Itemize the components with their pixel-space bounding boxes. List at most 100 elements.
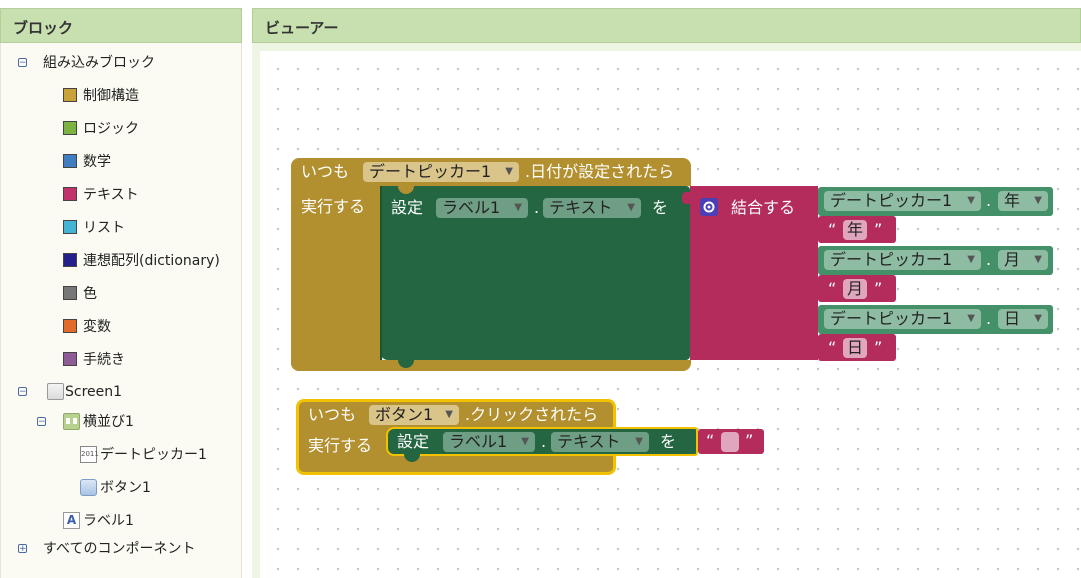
blocks-workspace[interactable]: いつも デートピッカー1 ▼ .日付が設定されたら 実行する 設定 ラベル1 ▼ [260,51,1081,578]
dropdown-arrow-icon: ▼ [445,409,453,420]
palette-math[interactable]: 数学 [63,151,239,173]
getter-component-dropdown[interactable]: デートピッカー1 ▼ [824,191,981,211]
palette-item-label: 数学 [83,154,111,170]
set-label-text-block-2[interactable]: 設定 ラベル1 ▼ . テキスト ▼ を [386,427,698,462]
event1-component-dropdown[interactable]: デートピッカー1 ▼ [363,162,519,182]
dot-label: . [534,198,540,217]
dropdown-arrow-icon: ▼ [967,254,975,265]
palette-item-label: テキスト [83,187,139,203]
dropdown-value: 日 [1004,309,1021,328]
colors-color-swatch [63,286,77,300]
set-property-dropdown[interactable]: テキスト ▼ [551,432,649,452]
dictionary-color-swatch [63,253,77,267]
text-literal-year[interactable]: “ 年 ” [818,216,896,243]
datepicker-icon: 2011 [80,446,99,463]
palette-control[interactable]: 制御構造 [63,85,239,107]
getter-datepicker-day[interactable]: デートピッカー1 ▼ . 日 ▼ [818,305,1053,334]
text-literal-field[interactable] [721,432,739,452]
set-target-dropdown[interactable]: ラベル1 ▼ [436,198,528,218]
set-label: 設定 [397,432,430,451]
tree-item-label: ボタン1 [100,480,151,496]
quote-close: ” [874,338,883,357]
tree-screen1[interactable]: − Screen1 [1,381,241,403]
getter-property-dropdown[interactable]: 日 ▼ [998,309,1048,329]
event-datepicker-afterdateset[interactable]: いつも デートピッカー1 ▼ .日付が設定されたら [291,158,691,186]
expand-icon[interactable]: + [18,544,27,554]
getter-datepicker-month[interactable]: デートピッカー1 ▼ . 月 ▼ [818,246,1053,275]
dropdown-arrow-icon: ▼ [505,166,513,177]
event1-body[interactable]: 実行する [291,186,381,371]
set-target-dropdown[interactable]: ラベル1 ▼ [443,432,535,452]
event-name-label: .クリックされたら [465,405,599,424]
set-label-text-block[interactable]: 設定 ラベル1 ▼ . テキスト ▼ を [380,186,690,368]
palette-text[interactable]: テキスト [63,184,239,206]
to-label: を [660,432,677,451]
palette-variables[interactable]: 変数 [63,316,239,338]
join-text-block[interactable]: 結合する [682,186,818,360]
palette-dictionaries[interactable]: 連想配列(dictionary) [63,250,239,272]
block-notch [398,186,414,194]
dropdown-arrow-icon: ▼ [521,436,529,447]
dropdown-value: 年 [1004,191,1021,210]
quote-close: ” [874,279,883,298]
collapse-icon[interactable]: − [18,387,27,397]
tree-button1[interactable]: ボタン1 [1,477,241,499]
to-label: を [652,198,669,217]
tree-builtin-blocks[interactable]: − 組み込みブロック [1,52,241,74]
getter-property-dropdown[interactable]: 年 ▼ [998,191,1048,211]
event1-bottom [291,360,691,371]
tree-datepicker1[interactable]: 2011 デートピッカー1 [1,444,241,466]
dropdown-arrow-icon: ▼ [1034,195,1042,206]
dropdown-arrow-icon: ▼ [1034,313,1042,324]
blocks-tree: − 組み込みブロック 制御構造 ロジック 数学 テキスト リスト 連想配列(di… [0,43,242,578]
tree-all-components[interactable]: + すべてのコンポーネント [1,538,241,560]
palette-item-label: 変数 [83,319,111,335]
label-component-icon: A [63,512,80,529]
text-literal-field[interactable]: 月 [843,279,868,299]
text-literal-day[interactable]: “ 日 ” [818,334,896,361]
tree-label1[interactable]: A ラベル1 [1,510,241,532]
collapse-icon[interactable]: − [18,58,27,68]
lists-color-swatch [63,220,77,234]
getter-property-dropdown[interactable]: 月 ▼ [998,250,1048,270]
palette-item-label: ロジック [83,121,139,137]
text-literal-month[interactable]: “ 月 ” [818,275,896,302]
do-label: 実行する [301,197,366,216]
dropdown-value: ラベル1 [449,432,508,451]
getter-component-dropdown[interactable]: デートピッカー1 ▼ [824,250,981,270]
palette-colors[interactable]: 色 [63,283,239,305]
tree-item-label: ラベル1 [83,513,134,529]
palette-item-label: 手続き [83,352,125,368]
do-label: 実行する [308,436,373,455]
button-component-icon [80,479,97,496]
tree-horizontal-arrangement[interactable]: − 横並び1 [1,411,241,433]
procedures-color-swatch [63,352,77,366]
text-literal-field[interactable]: 日 [843,338,868,358]
variables-color-swatch [63,319,77,333]
dropdown-value: デートピッカー1 [830,191,953,210]
tree-builtin-label: 組み込みブロック [43,55,155,71]
event2-component-dropdown[interactable]: ボタン1 ▼ [369,405,459,425]
palette-lists[interactable]: リスト [63,217,239,239]
mutator-gear-icon[interactable] [700,198,718,216]
dot-label: . [986,191,992,210]
horizontal-arrangement-icon [63,413,80,430]
viewer-title: ビューアー [252,8,1081,43]
getter-component-dropdown[interactable]: デートピッカー1 ▼ [824,309,981,329]
palette-logic[interactable]: ロジック [63,118,239,140]
text-literal-empty[interactable]: “ ” [698,429,764,454]
quote-close: ” [874,220,883,239]
tree-item-label: デートピッカー1 [100,447,207,463]
join-label: 結合する [731,198,796,217]
tree-item-label: 横並び1 [83,414,134,430]
text-literal-field[interactable]: 年 [843,220,868,240]
tree-item-label: Screen1 [65,384,123,400]
dropdown-value: デートピッカー1 [369,162,492,181]
dropdown-value: デートピッカー1 [830,250,953,269]
dropdown-value: テキスト [549,198,613,217]
getter-datepicker-year[interactable]: デートピッカー1 ▼ . 年 ▼ [818,187,1053,216]
when-label: いつも [308,405,357,424]
set-property-dropdown[interactable]: テキスト ▼ [543,198,641,218]
collapse-icon[interactable]: − [37,417,46,427]
palette-procedures[interactable]: 手続き [63,349,239,371]
